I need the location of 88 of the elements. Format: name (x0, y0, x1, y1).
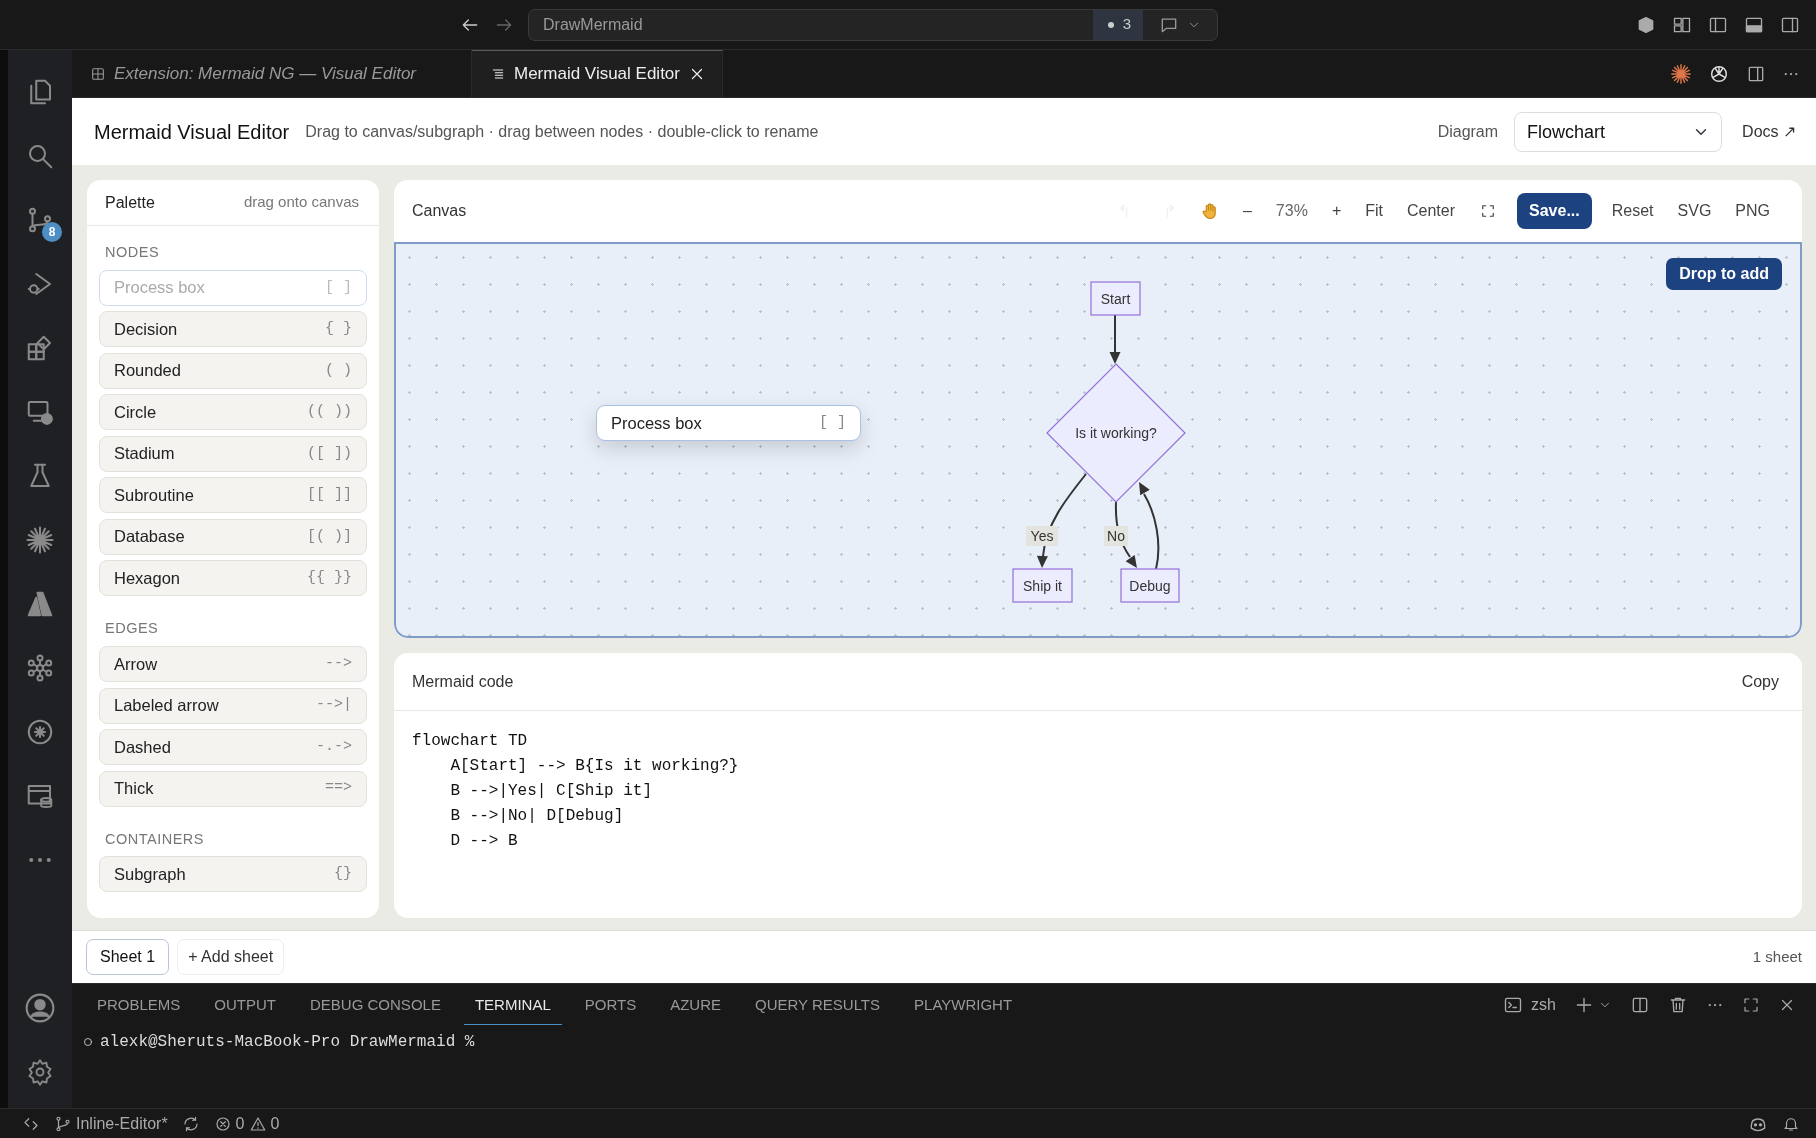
sheet-tab[interactable]: Sheet 1 (86, 939, 170, 975)
error-icon (213, 1114, 232, 1133)
palette-item[interactable]: Hexagon {{ }} (99, 560, 367, 597)
hand-icon[interactable] (1200, 202, 1219, 220)
problems-status[interactable]: 0 0 (213, 1111, 280, 1136)
code-line: flowchart TD (412, 731, 528, 752)
dragged-node[interactable]: Process box [ ] (596, 405, 861, 441)
diagram-label: Diagram (1437, 121, 1499, 142)
toolbar-button[interactable]: PNG (1725, 195, 1780, 227)
palette-item[interactable]: Database [( )] (99, 518, 367, 555)
toolbar-button[interactable]: SVG (1667, 195, 1722, 227)
panel-tab[interactable]: TERMINAL (463, 985, 562, 1025)
nodes-icon[interactable] (25, 653, 55, 683)
split-icon[interactable] (1630, 995, 1650, 1015)
sheet-count: 1 sheet (1752, 946, 1802, 967)
editor-title: Mermaid Visual Editor (94, 119, 290, 145)
canvas-title: Canvas (412, 201, 467, 221)
process-node: Ship it (1012, 568, 1073, 603)
palette-item[interactable]: Decision { } (99, 311, 367, 348)
branch-icon (54, 1114, 72, 1133)
count-badge: 8 (42, 222, 62, 242)
code-line: D --> B (449, 831, 518, 852)
account-icon[interactable] (24, 992, 56, 1024)
panel-tab[interactable]: OUTPUT (203, 985, 288, 1025)
palette-item[interactable]: Thick ==> (99, 770, 367, 807)
panel-tab[interactable]: QUERY RESULTS (744, 985, 892, 1025)
maximize-icon[interactable] (1742, 996, 1760, 1014)
docs-link[interactable]: Docs ↗ (1742, 119, 1796, 144)
code-line: B -->|No| D[Debug] (449, 806, 624, 827)
panel-tab[interactable]: PLAYWRIGHT (903, 985, 1024, 1025)
branch-status[interactable]: Inline-Editor* (54, 1111, 168, 1136)
plus-icon[interactable] (1574, 995, 1594, 1015)
zoom-level[interactable]: 73% (1265, 195, 1318, 227)
palette-item[interactable]: Circle (( )) (99, 394, 367, 431)
code-title: Mermaid code (412, 671, 514, 692)
process-node: Debug (1120, 568, 1180, 603)
palette-item[interactable]: Stadium ([ ]) (99, 435, 367, 472)
code-line: A[Start] --> B{Is it working?} (449, 756, 739, 777)
save-button[interactable]: Save... (1517, 193, 1592, 229)
palette-title: Palette (105, 192, 155, 213)
lines-icon (490, 66, 506, 82)
status-circle-icon (82, 1036, 94, 1048)
toolbar-button[interactable]: – (1232, 195, 1262, 227)
arrow (1109, 314, 1121, 364)
edge-label: No (1104, 526, 1128, 546)
command-center-field[interactable]: DrawMermaid 3 (528, 8, 1218, 41)
copy-button[interactable]: Copy (1740, 668, 1780, 695)
palette-item[interactable]: Dashed -.-> (99, 729, 367, 765)
starburst-icon[interactable] (25, 525, 55, 555)
terminal-prompt: alexk@Sheruts-MacBook-Pro DrawMermaid % (100, 1032, 475, 1053)
ring-burst-icon[interactable] (25, 717, 55, 747)
palette-item[interactable]: Rounded ( ) (99, 352, 367, 389)
toolbar-button[interactable]: Center (1397, 195, 1466, 227)
settings-icon[interactable] (26, 1058, 54, 1086)
triangle-icon[interactable] (25, 589, 55, 619)
editor-tab[interactable]: Mermaid Visual Editor (472, 50, 723, 97)
canvas-area[interactable]: Start Is it working? Ship it Debug Yes No Drop to add Process box [ ] (394, 242, 1802, 638)
edge-label: Yes (1026, 526, 1058, 546)
decision-node: Is it working? (1046, 363, 1186, 503)
panel-tab[interactable]: PROBLEMS (86, 985, 192, 1025)
sync-icon[interactable] (181, 1114, 200, 1133)
section-heading: EDGES (104, 619, 160, 639)
section-heading: NODES (104, 243, 161, 262)
panel-tab[interactable]: AZURE (659, 985, 732, 1025)
palette-item[interactable]: Subroutine [[ ]] (99, 477, 367, 514)
panel-tab[interactable]: DEBUG CONSOLE (299, 985, 452, 1025)
usage-hint: Drag to canvas/subgraph · drag between nodes · double-click to rename (305, 121, 819, 142)
toolbar-button[interactable]: Fit (1355, 195, 1393, 227)
toolbar-button[interactable]: Reset (1601, 195, 1664, 227)
process-node: Start (1090, 281, 1141, 316)
grid-icon (90, 65, 106, 82)
terminal-icon (1503, 995, 1524, 1015)
changes-badge[interactable]: 3 (1092, 9, 1143, 40)
palette-item[interactable]: Subgraph {} (99, 856, 367, 893)
add-sheet-button[interactable]: + Add sheet (177, 939, 285, 975)
code-line: B -->|Yes| C[Ship it] (449, 781, 653, 802)
palette-hint: drag onto canvas (243, 192, 359, 213)
palette-item[interactable]: Arrow --> (99, 646, 367, 682)
drop-to-add-button[interactable]: Drop to add (1666, 258, 1782, 290)
trash-icon[interactable] (1668, 995, 1688, 1015)
cube-icon[interactable] (1636, 14, 1656, 35)
palette-item[interactable]: Labeled arrow -->| (99, 687, 367, 724)
diagram-select[interactable]: Flowchart (1514, 111, 1723, 152)
section-heading: CONTAINERS (104, 829, 205, 849)
toolbar-button[interactable]: + (1321, 195, 1352, 227)
panel-tab[interactable]: PORTS (573, 985, 648, 1025)
starburst-icon[interactable] (1670, 62, 1692, 85)
terminal-profile[interactable]: zsh (1503, 993, 1556, 1017)
